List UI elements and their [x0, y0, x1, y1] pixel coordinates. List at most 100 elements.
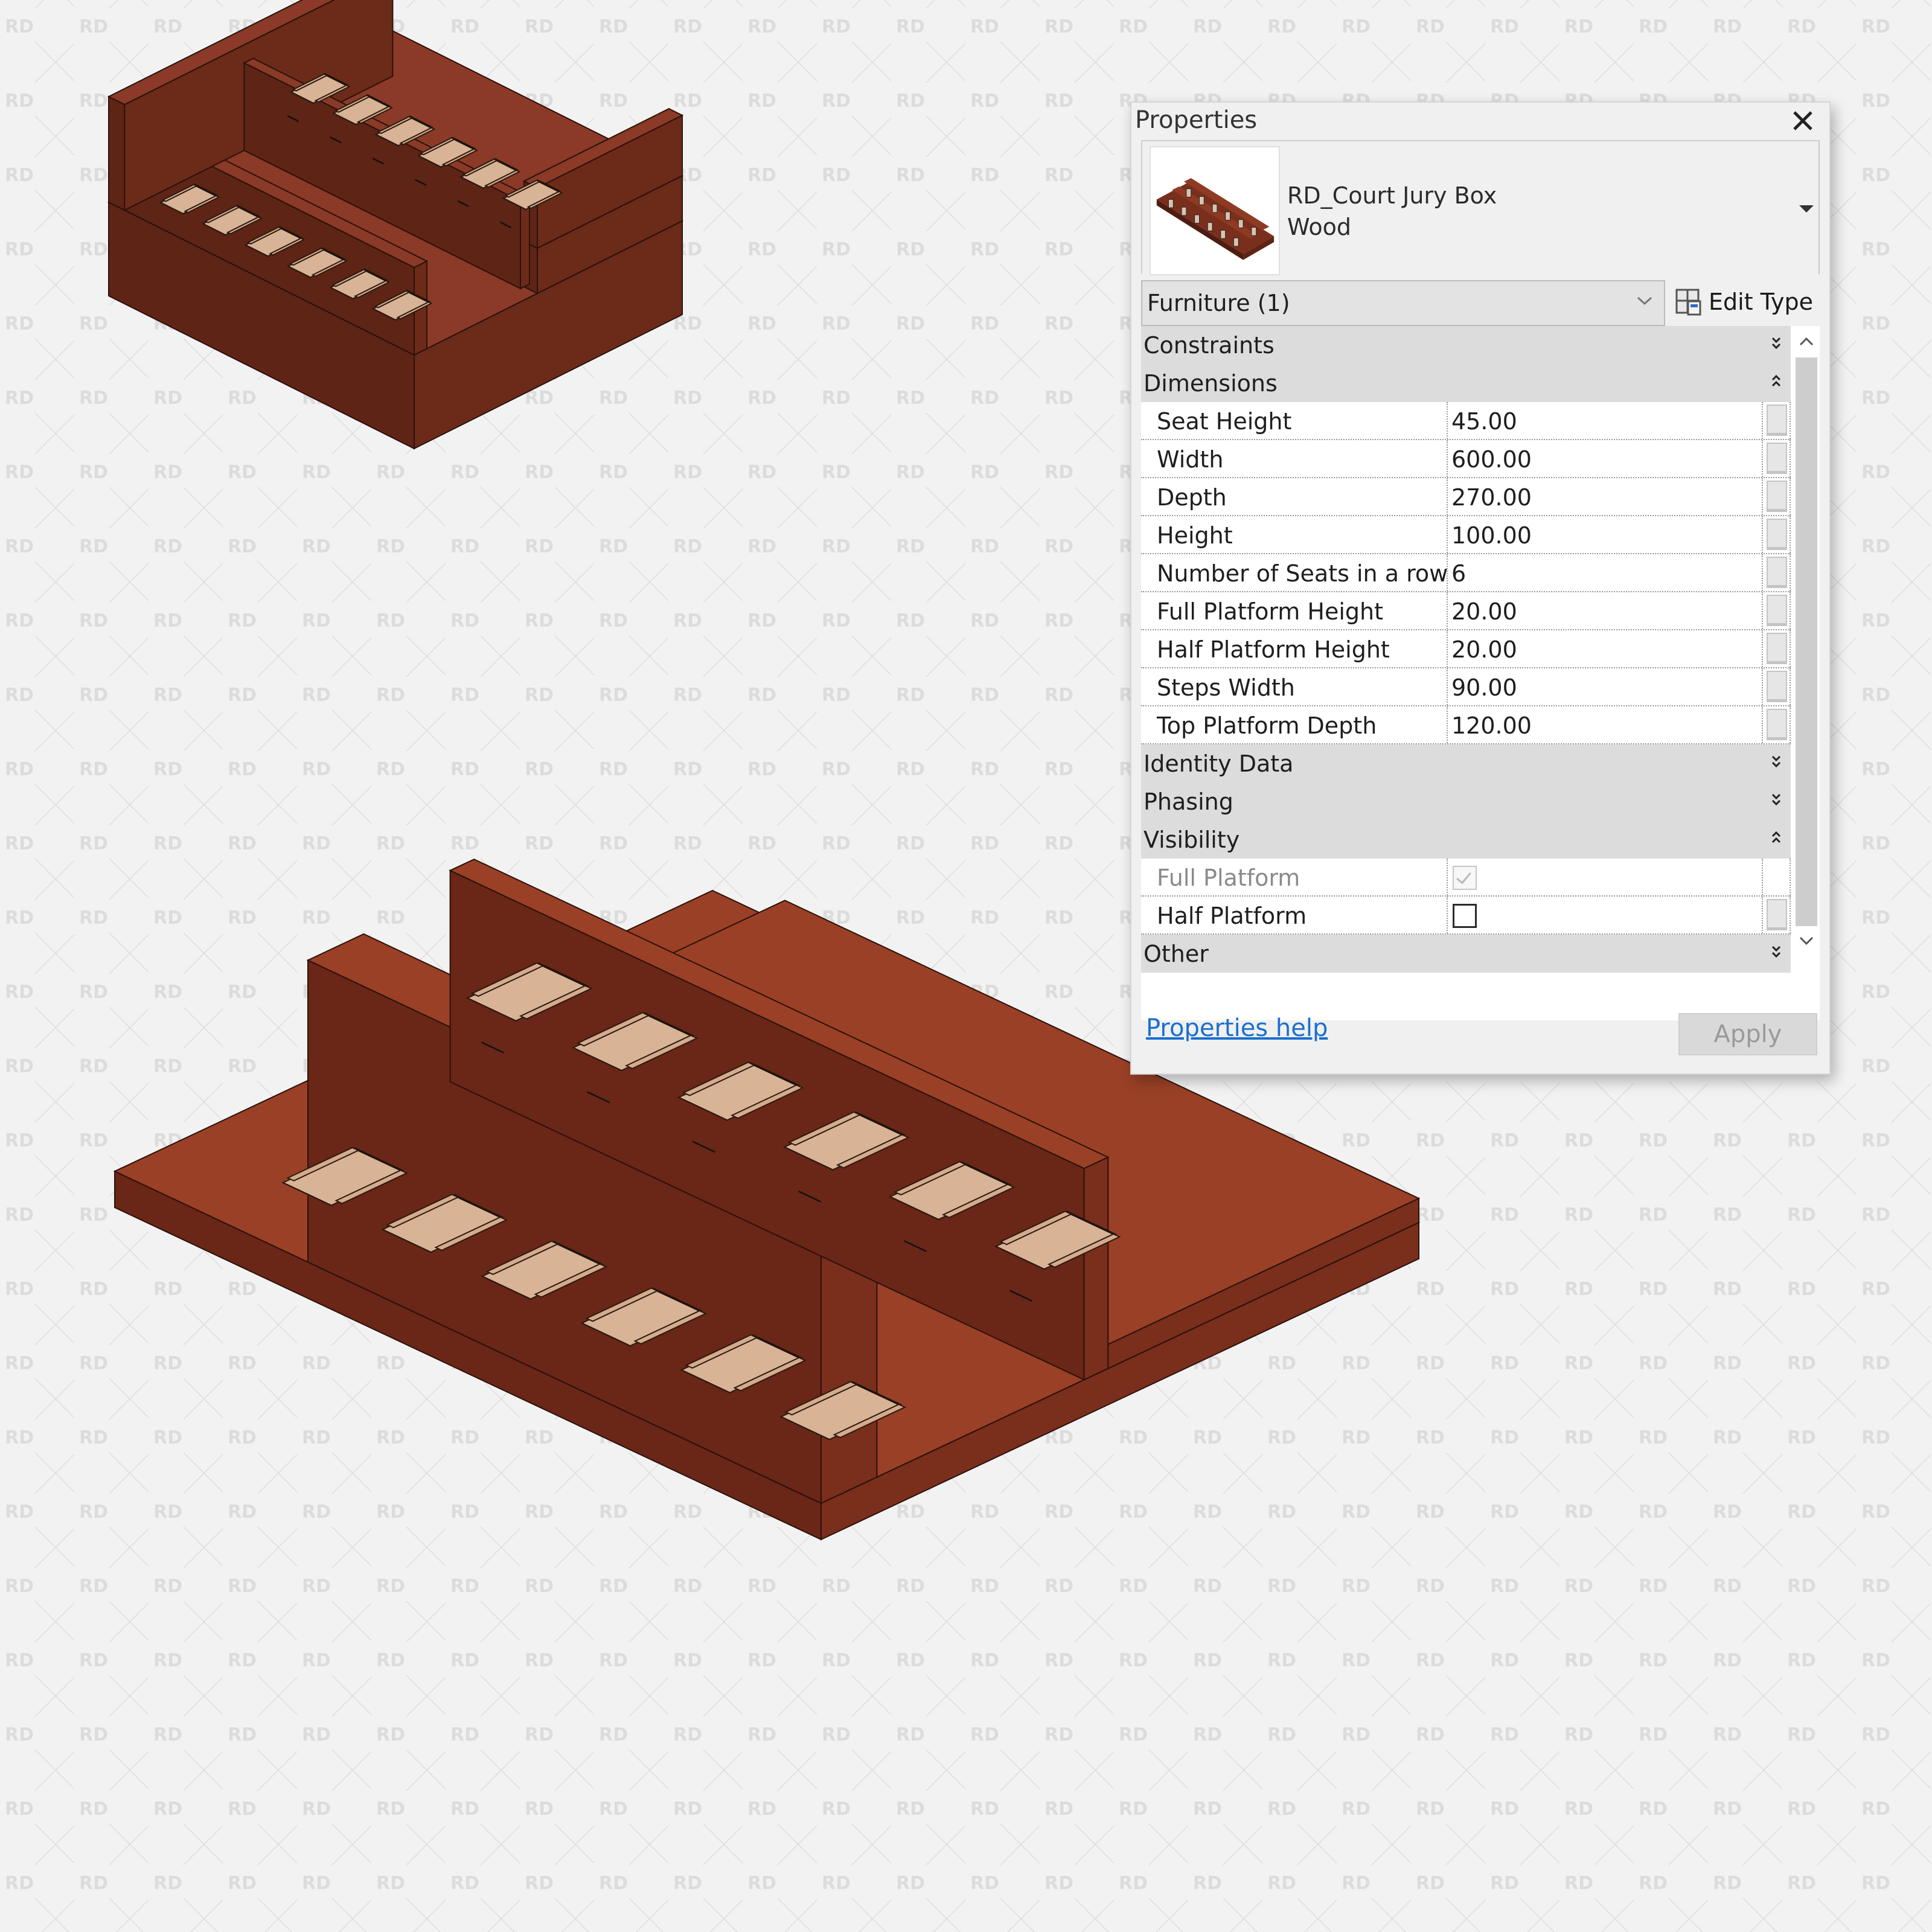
- property-name: Full Platform: [1157, 865, 1300, 891]
- thumbnail-seat: [1186, 188, 1192, 197]
- property-name: Steps Width: [1157, 674, 1295, 701]
- type-name: Wood: [1287, 214, 1351, 240]
- group-label: Phasing: [1144, 788, 1233, 815]
- property-row-depth: Depth 270.00: [1141, 478, 1791, 516]
- expand-icon: [1771, 793, 1781, 806]
- thumbnail-seat: [1198, 196, 1204, 205]
- property-value-field: [1449, 897, 1761, 933]
- associate-parameter-button[interactable]: [1762, 402, 1791, 439]
- group-label: Identity Data: [1144, 750, 1294, 777]
- chevron-down-icon: [1799, 936, 1814, 945]
- instance-filter-label: Furniture (1): [1147, 290, 1290, 316]
- associate-parameter-button[interactable]: [1762, 554, 1791, 591]
- group-label: Constraints: [1144, 332, 1275, 359]
- property-row-width: Width 600.00: [1141, 440, 1791, 478]
- property-value-field[interactable]: 90.00: [1449, 668, 1761, 705]
- jury-box-thumbnail-icon: [1156, 178, 1275, 260]
- close-icon: [1793, 111, 1812, 130]
- expand-icon: [1771, 945, 1781, 958]
- property-row-steps-width: Steps Width 90.00: [1141, 668, 1791, 706]
- group-constraints[interactable]: Constraints: [1141, 326, 1791, 364]
- scrollbar-thumb[interactable]: [1796, 357, 1817, 926]
- property-name: Depth: [1157, 484, 1227, 511]
- close-button[interactable]: [1787, 105, 1818, 136]
- property-value: 20.00: [1451, 636, 1517, 663]
- edit-type-button[interactable]: Edit Type: [1675, 281, 1823, 322]
- associate-parameter-button[interactable]: [1762, 478, 1791, 515]
- associate-parameter-button[interactable]: [1762, 668, 1791, 705]
- property-name: Height: [1157, 522, 1233, 549]
- property-row-number-of-seats: Number of Seats in a row 6: [1141, 554, 1791, 592]
- thumbnail-seat: [1238, 219, 1244, 228]
- associate-parameter-button[interactable]: [1762, 897, 1791, 933]
- property-value: 20.00: [1451, 598, 1517, 625]
- associate-parameter-button[interactable]: [1762, 592, 1791, 629]
- property-value-field[interactable]: 45.00: [1449, 402, 1761, 439]
- instance-filter-dropdown[interactable]: Furniture (1): [1141, 280, 1665, 326]
- group-dimensions[interactable]: Dimensions: [1141, 364, 1791, 402]
- thumbnail-seat: [1212, 203, 1218, 213]
- expand-icon: [1771, 337, 1781, 350]
- property-value-field[interactable]: 120.00: [1449, 706, 1761, 743]
- type-preview-thumbnail: [1150, 146, 1280, 275]
- half-platform-checkbox[interactable]: [1453, 904, 1477, 928]
- row-divider-wall-end-face: [520, 195, 530, 290]
- scrollbar-track[interactable]: [1796, 357, 1817, 926]
- property-name: Seat Height: [1157, 408, 1292, 435]
- chevron-down-icon: [1637, 296, 1652, 305]
- thumbnail-seat: [1181, 206, 1187, 216]
- group-identity-data[interactable]: Identity Data: [1141, 744, 1791, 782]
- associate-parameter-button[interactable]: [1762, 630, 1791, 667]
- property-value-field: [1449, 859, 1761, 895]
- collapse-icon: [1771, 831, 1781, 843]
- type-selector[interactable]: RD_Court Jury Box Wood: [1141, 140, 1820, 275]
- property-value-field[interactable]: 100.00: [1449, 516, 1761, 553]
- edit-type-label: Edit Type: [1709, 289, 1813, 315]
- property-name: Top Platform Depth: [1157, 712, 1377, 739]
- property-value-field[interactable]: 6: [1449, 554, 1761, 591]
- property-row-seat-height: Seat Height 45.00: [1141, 402, 1791, 440]
- properties-palette: Properties RD_Court Jury Box Wood Furnit…: [1130, 101, 1831, 1075]
- property-name: Half Platform: [1157, 903, 1307, 929]
- palette-title: Properties: [1135, 106, 1258, 134]
- apply-button[interactable]: Apply: [1678, 1013, 1817, 1055]
- expand-icon: [1771, 755, 1781, 768]
- property-row-top-platform-depth: Top Platform Depth 120.00: [1141, 706, 1791, 744]
- property-row-height: Height 100.00: [1141, 516, 1791, 554]
- triangle-down-icon[interactable]: [1799, 205, 1814, 213]
- thumbnail-seat: [1207, 222, 1213, 231]
- property-value-field[interactable]: 600.00: [1449, 440, 1761, 477]
- associate-parameter-button[interactable]: [1762, 516, 1791, 553]
- group-label: Visibility: [1144, 827, 1240, 853]
- collapse-icon: [1771, 374, 1781, 387]
- property-value-field[interactable]: 20.00: [1449, 630, 1761, 667]
- property-name: Full Platform Height: [1157, 598, 1384, 625]
- scroll-down-button[interactable]: [1796, 929, 1817, 953]
- thumbnail-seat: [1251, 226, 1257, 236]
- left-side-wall-front-face: [108, 95, 126, 211]
- property-value-field[interactable]: 20.00: [1449, 592, 1761, 629]
- group-phasing[interactable]: Phasing: [1141, 782, 1791, 820]
- property-value-field[interactable]: 270.00: [1449, 478, 1761, 515]
- associate-parameter-button[interactable]: [1762, 440, 1791, 477]
- thumbnail-seat: [1168, 199, 1174, 208]
- property-name: Number of Seats in a row: [1157, 560, 1448, 587]
- group-visibility[interactable]: Visibility: [1141, 820, 1791, 859]
- property-row-full-platform-height: Full Platform Height 20.00: [1141, 592, 1791, 630]
- thumbnail-seat: [1194, 214, 1200, 224]
- property-value: 45.00: [1451, 408, 1517, 435]
- properties-help-link[interactable]: Properties help: [1146, 1014, 1328, 1042]
- property-value: 120.00: [1451, 712, 1532, 739]
- type-family-name: RD_Court Jury Box: [1287, 182, 1497, 209]
- property-name: Half Platform Height: [1157, 636, 1390, 663]
- associate-parameter-button[interactable]: [1762, 706, 1791, 743]
- group-label: Other: [1144, 941, 1209, 967]
- jury-box-full-platform-render: [107, 0, 1014, 700]
- property-value: 600.00: [1451, 446, 1532, 473]
- row-divider-wall-end-face: [1083, 1156, 1109, 1381]
- group-other[interactable]: Other: [1141, 935, 1791, 973]
- edit-type-icon: [1675, 289, 1701, 316]
- scroll-up-button[interactable]: [1796, 330, 1817, 354]
- property-row-full-platform: Full Platform: [1141, 859, 1791, 897]
- thumbnail-seat: [1233, 237, 1239, 247]
